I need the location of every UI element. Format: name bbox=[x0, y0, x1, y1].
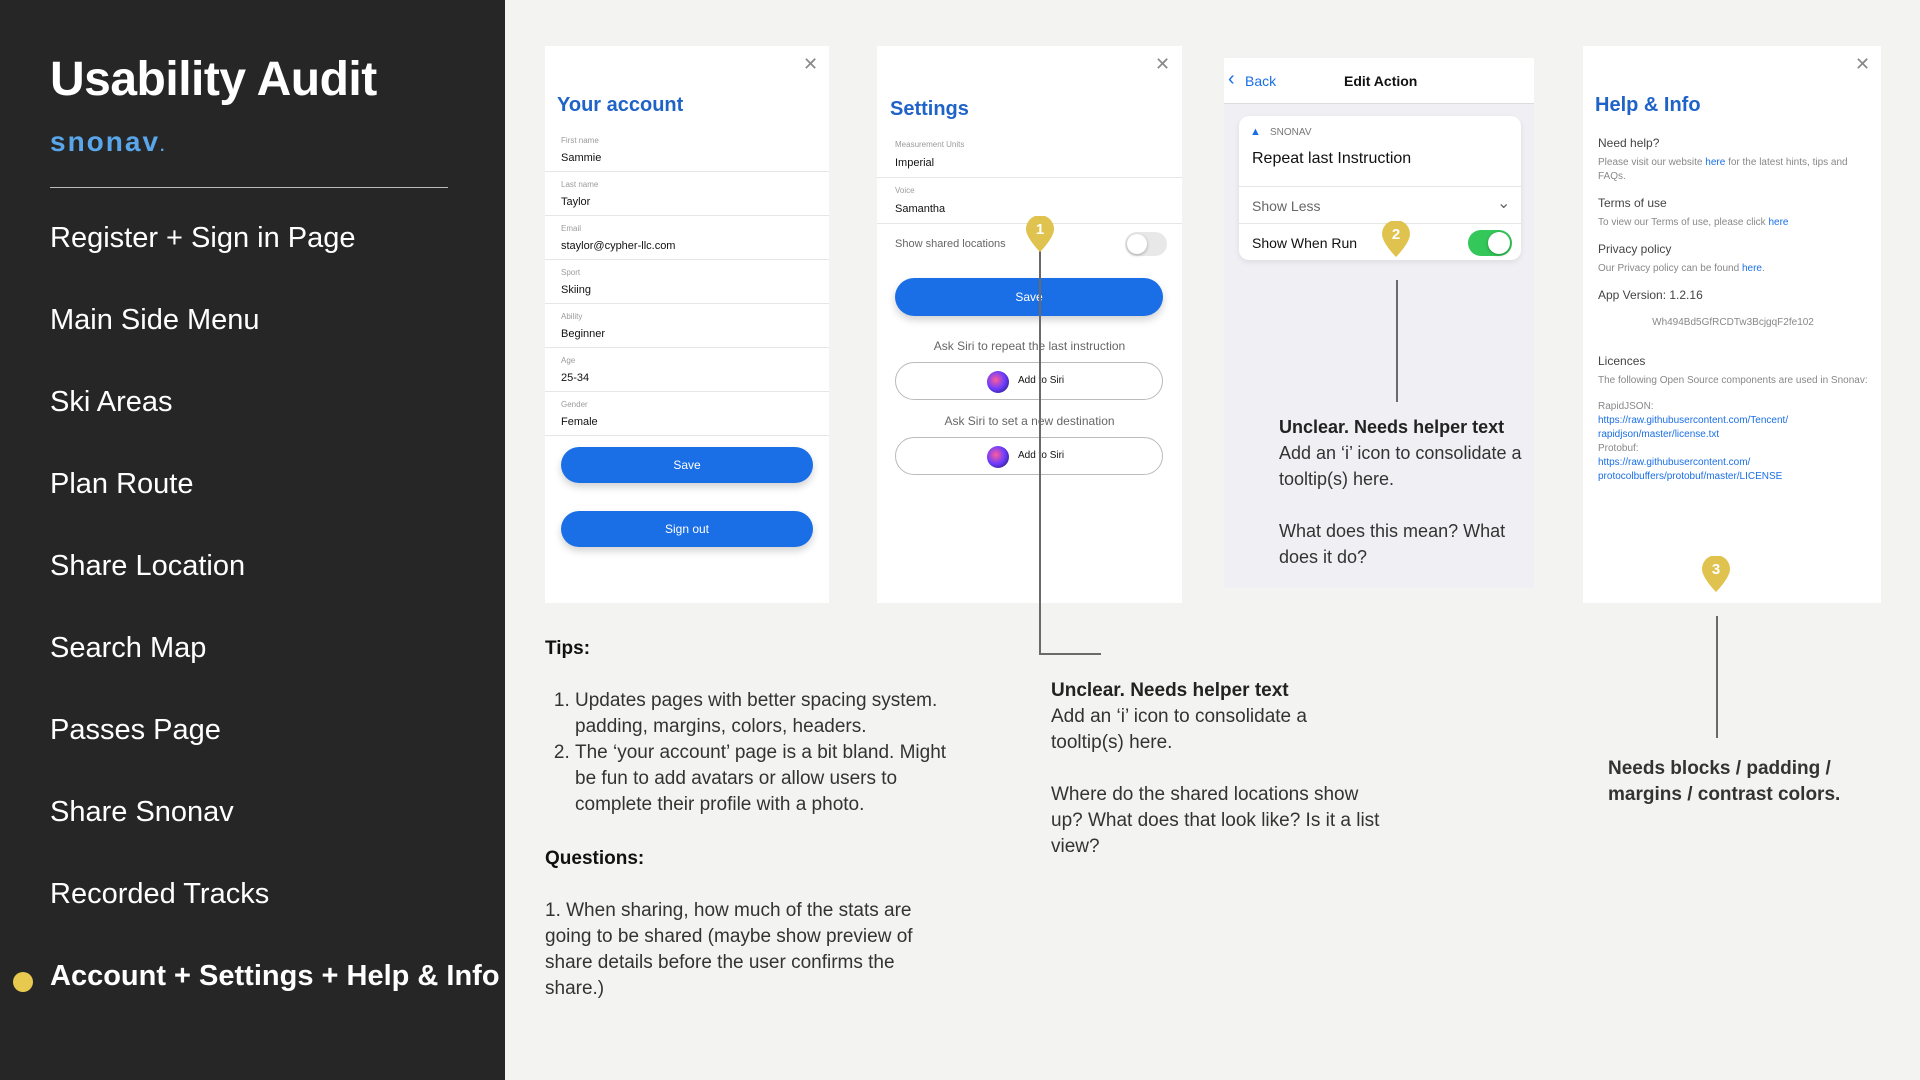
note-help-info: Needs blocks / padding / margins / contr… bbox=[1608, 758, 1841, 805]
siri-icon bbox=[987, 371, 1009, 393]
back-button[interactable]: Back bbox=[1245, 73, 1276, 89]
account-screen: ✕ Your account First name Sammie Last na… bbox=[545, 46, 829, 603]
connector-line-3 bbox=[1716, 616, 1718, 738]
chevron-down-icon: ⌄ bbox=[1497, 195, 1511, 212]
snonav-app-icon: ▲ bbox=[1250, 126, 1261, 138]
age-field[interactable]: Age 25-34 bbox=[545, 348, 829, 392]
chevron-left-icon[interactable]: ‹ bbox=[1228, 68, 1235, 91]
sidebar-item-ski-areas[interactable]: Ski Areas bbox=[50, 386, 500, 468]
connector-line-1 bbox=[1039, 250, 1041, 655]
save-button[interactable]: Save bbox=[895, 278, 1163, 316]
marker-2: 2 bbox=[1382, 220, 1410, 257]
show-when-run-row: Show When Run bbox=[1239, 223, 1521, 260]
marker-1: 1 bbox=[1026, 215, 1054, 252]
marker-3: 3 bbox=[1702, 555, 1730, 592]
privacy-link[interactable]: here bbox=[1742, 263, 1762, 274]
tips-section: Tips: Updates pages with better spacing … bbox=[545, 636, 965, 818]
questions-section: Questions: 1. When sharing, how much of … bbox=[545, 848, 913, 999]
connector-line-1-foot bbox=[1039, 653, 1101, 655]
sidebar-item-account-settings-help[interactable]: Account + Settings + Help & Info bbox=[13, 960, 500, 1042]
instruction-text: Repeat last Instruction bbox=[1252, 150, 1412, 167]
edit-action-screen: ‹ Back Edit Action ▲ SNONAV Repeat last … bbox=[1224, 58, 1534, 588]
add-to-siri-button[interactable]: Add to Siri bbox=[895, 362, 1163, 400]
ability-field[interactable]: Ability Beginner bbox=[545, 304, 829, 348]
close-icon[interactable]: ✕ bbox=[1155, 54, 1170, 75]
note-settings: Unclear. Needs helper text Add an ‘i’ ic… bbox=[1051, 680, 1380, 857]
terms-link[interactable]: here bbox=[1768, 217, 1788, 228]
app-name: SNONAV bbox=[1270, 127, 1312, 138]
sign-out-button[interactable]: Sign out bbox=[561, 511, 813, 547]
settings-screen: ✕ Settings Measurement Units Imperial Vo… bbox=[877, 46, 1182, 603]
close-icon[interactable]: ✕ bbox=[803, 54, 818, 75]
sidebar-item-share-location[interactable]: Share Location bbox=[50, 550, 500, 632]
snonav-logo: snonav. bbox=[50, 126, 167, 157]
help-info-screen: ✕ Help & Info Need help? Please visit ou… bbox=[1583, 46, 1881, 603]
sidebar: Usability Audit snonav. Register + Sign … bbox=[0, 0, 505, 1080]
close-icon[interactable]: ✕ bbox=[1855, 54, 1870, 75]
email-field[interactable]: Email staylor@cypher-llc.com bbox=[545, 216, 829, 260]
last-name-field[interactable]: Last name Taylor bbox=[545, 172, 829, 216]
divider bbox=[50, 187, 448, 188]
shared-locations-toggle[interactable] bbox=[1125, 232, 1167, 256]
sidebar-item-search-map[interactable]: Search Map bbox=[50, 632, 500, 714]
account-title: Your account bbox=[557, 94, 684, 116]
website-link[interactable]: here bbox=[1705, 157, 1725, 168]
show-less-row[interactable]: Show Less ⌄ bbox=[1239, 186, 1521, 223]
sidebar-item-passes[interactable]: Passes Page bbox=[50, 714, 500, 796]
rapidjson-link[interactable]: https://raw.githubusercontent.com/Tencen… bbox=[1598, 414, 1868, 442]
help-content: Need help? Please visit our website here… bbox=[1598, 136, 1868, 484]
connector-line-2 bbox=[1396, 280, 1398, 402]
settings-title: Settings bbox=[890, 98, 969, 120]
note-edit-action: Unclear. Needs helper text Add an ‘i’ ic… bbox=[1279, 417, 1522, 567]
page-title: Usability Audit bbox=[50, 53, 377, 106]
sidebar-item-register[interactable]: Register + Sign in Page bbox=[50, 222, 500, 304]
action-panel: ▲ SNONAV Repeat last Instruction Show Le… bbox=[1239, 116, 1521, 260]
show-when-run-toggle[interactable] bbox=[1468, 230, 1512, 256]
sport-field[interactable]: Sport Skiing bbox=[545, 260, 829, 304]
first-name-field[interactable]: First name Sammie bbox=[545, 128, 829, 172]
sidebar-item-share-snonav[interactable]: Share Snonav bbox=[50, 796, 500, 878]
active-indicator-dot bbox=[13, 972, 33, 992]
gender-field[interactable]: Gender Female bbox=[545, 392, 829, 436]
protobuf-link[interactable]: https://raw.githubusercontent.com/protoc… bbox=[1598, 456, 1868, 484]
add-to-siri-button-2[interactable]: Add to Siri bbox=[895, 437, 1163, 475]
sidebar-nav: Register + Sign in Page Main Side Menu S… bbox=[13, 222, 500, 1042]
tips-list: Updates pages with better spacing system… bbox=[545, 688, 965, 818]
measurement-units-field[interactable]: Measurement Units Imperial bbox=[877, 132, 1182, 178]
sidebar-item-recorded-tracks[interactable]: Recorded Tracks bbox=[50, 878, 500, 960]
siri-icon bbox=[987, 446, 1009, 468]
save-button[interactable]: Save bbox=[561, 447, 813, 483]
sidebar-item-plan-route[interactable]: Plan Route bbox=[50, 468, 500, 550]
help-title: Help & Info bbox=[1595, 94, 1701, 116]
siri-caption-repeat: Ask Siri to repeat the last instruction bbox=[933, 339, 1126, 353]
sidebar-item-main-side-menu[interactable]: Main Side Menu bbox=[50, 304, 500, 386]
siri-caption-destination: Ask Siri to set a new destination bbox=[944, 414, 1115, 428]
nav-bar: ‹ Back Edit Action bbox=[1224, 58, 1534, 104]
edit-action-title: Edit Action bbox=[1344, 73, 1418, 89]
